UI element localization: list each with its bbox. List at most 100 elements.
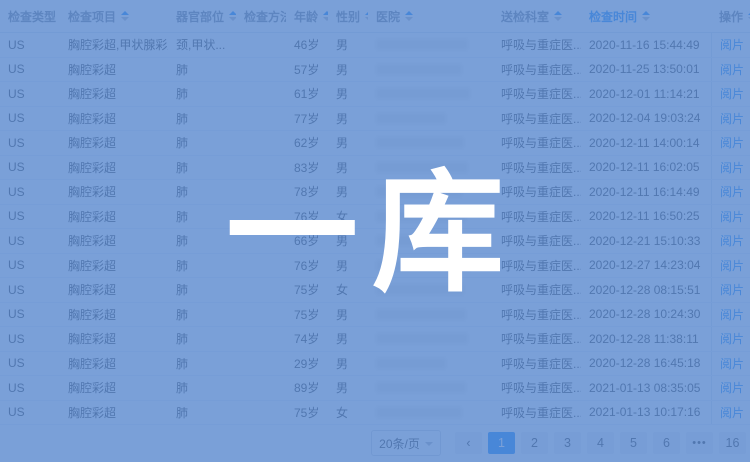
redacted-hospital-text bbox=[376, 260, 471, 271]
view-images-link[interactable]: 阅片 bbox=[720, 134, 744, 151]
sort-desc-icon bbox=[121, 17, 129, 21]
cell-method bbox=[236, 327, 286, 351]
cell-hospital bbox=[368, 107, 493, 131]
view-images-link[interactable]: 阅片 bbox=[720, 85, 744, 102]
table-row[interactable]: US 胸腔彩超 肺 74岁 男 呼吸与重症医... 2020-12-28 11:… bbox=[0, 327, 750, 352]
prev-page-button[interactable]: ‹ bbox=[455, 432, 482, 454]
cell-exam-item: 胸腔彩超 bbox=[60, 180, 168, 204]
cell-exam-item: 胸腔彩超,甲状腺彩超 bbox=[60, 33, 168, 57]
cell-method bbox=[236, 254, 286, 278]
sort-carets-icon[interactable] bbox=[229, 11, 236, 21]
page-button[interactable]: 4 bbox=[587, 432, 614, 454]
cell-organ: 肺 bbox=[168, 278, 236, 302]
cell-department: 呼吸与重症医... bbox=[493, 107, 581, 131]
cell-organ: 肺 bbox=[168, 180, 236, 204]
cell-hospital bbox=[368, 229, 493, 253]
cell-action: 阅片 bbox=[711, 58, 750, 82]
page-button[interactable]: 5 bbox=[620, 432, 647, 454]
cell-exam-type: US bbox=[0, 205, 60, 229]
table-row[interactable]: US 胸腔彩超 肺 75岁 女 呼吸与重症医... 2021-01-13 10:… bbox=[0, 401, 750, 426]
redacted-hospital-text bbox=[376, 309, 466, 320]
cell-exam-type: US bbox=[0, 107, 60, 131]
column-header: 检查项目 bbox=[60, 0, 168, 32]
cell-exam-item: 胸腔彩超 bbox=[60, 376, 168, 400]
table-row[interactable]: US 胸腔彩超,甲状腺彩超 颈,甲状... 46岁 男 呼吸与重症医... 20… bbox=[0, 33, 750, 58]
table-row[interactable]: US 胸腔彩超 肺 29岁 男 呼吸与重症医... 2020-12-28 16:… bbox=[0, 352, 750, 377]
cell-age: 29岁 bbox=[286, 352, 328, 376]
redacted-hospital-text bbox=[376, 162, 468, 173]
view-images-link[interactable]: 阅片 bbox=[720, 257, 744, 274]
cell-hospital bbox=[368, 58, 493, 82]
table-row[interactable]: US 胸腔彩超 肺 66岁 男 呼吸与重症医... 2020-12-21 15:… bbox=[0, 229, 750, 254]
cell-gender: 男 bbox=[328, 131, 368, 155]
cell-age: 78岁 bbox=[286, 180, 328, 204]
view-images-link[interactable]: 阅片 bbox=[720, 36, 744, 53]
redacted-hospital-text bbox=[376, 333, 468, 344]
view-images-link[interactable]: 阅片 bbox=[720, 208, 744, 225]
table-row[interactable]: US 胸腔彩超 肺 77岁 男 呼吸与重症医... 2020-12-04 19:… bbox=[0, 107, 750, 132]
view-images-link[interactable]: 阅片 bbox=[720, 355, 744, 372]
cell-department: 呼吸与重症医... bbox=[493, 303, 581, 327]
sort-carets-icon[interactable] bbox=[554, 11, 562, 21]
sort-desc-icon bbox=[229, 17, 236, 21]
page-button[interactable]: 16 bbox=[719, 432, 746, 454]
cell-gender: 男 bbox=[328, 107, 368, 131]
cell-exam-item: 胸腔彩超 bbox=[60, 352, 168, 376]
cell-action: 阅片 bbox=[711, 107, 750, 131]
page-button[interactable]: 6 bbox=[653, 432, 680, 454]
cell-exam-time: 2020-12-11 16:50:25 bbox=[581, 205, 711, 229]
view-images-link[interactable]: 阅片 bbox=[720, 110, 744, 127]
cell-exam-time: 2020-12-28 10:24:30 bbox=[581, 303, 711, 327]
view-images-link[interactable]: 阅片 bbox=[720, 330, 744, 347]
view-images-link[interactable]: 阅片 bbox=[720, 306, 744, 323]
cell-exam-time: 2020-12-01 11:14:21 bbox=[581, 82, 711, 106]
cell-age: 66岁 bbox=[286, 229, 328, 253]
table-row[interactable]: US 胸腔彩超 肺 78岁 男 呼吸与重症医... 2020-12-11 16:… bbox=[0, 180, 750, 205]
table-row[interactable]: US 胸腔彩超 肺 75岁 男 呼吸与重症医... 2020-12-28 10:… bbox=[0, 303, 750, 328]
cell-exam-time: 2020-12-28 16:45:18 bbox=[581, 352, 711, 376]
cell-hospital bbox=[368, 303, 493, 327]
page-button[interactable]: 1 bbox=[488, 432, 515, 454]
cell-hospital bbox=[368, 33, 493, 57]
table-row[interactable]: US 胸腔彩超 肺 76岁 女 呼吸与重症医... 2020-12-11 16:… bbox=[0, 205, 750, 230]
view-images-link[interactable]: 阅片 bbox=[720, 281, 744, 298]
sort-carets-icon[interactable] bbox=[642, 11, 650, 21]
page-size-select[interactable]: 20条/页 bbox=[371, 430, 441, 456]
column-header-label: 检查类型 bbox=[8, 8, 56, 25]
table-row[interactable]: US 胸腔彩超 肺 75岁 女 呼吸与重症医... 2020-12-28 08:… bbox=[0, 278, 750, 303]
view-images-link[interactable]: 阅片 bbox=[720, 232, 744, 249]
redacted-hospital-text bbox=[376, 211, 466, 222]
cell-action: 阅片 bbox=[711, 352, 750, 376]
column-header-label: 器官部位 bbox=[176, 8, 224, 25]
view-images-link[interactable]: 阅片 bbox=[720, 159, 744, 176]
table-row[interactable]: US 胸腔彩超 肺 62岁 男 呼吸与重症医... 2020-12-11 14:… bbox=[0, 131, 750, 156]
cell-method bbox=[236, 131, 286, 155]
table-row[interactable]: US 胸腔彩超 肺 89岁 男 呼吸与重症医... 2021-01-13 08:… bbox=[0, 376, 750, 401]
column-header-label: 年龄 bbox=[294, 8, 318, 25]
sort-carets-icon[interactable] bbox=[405, 11, 413, 21]
view-images-link[interactable]: 阅片 bbox=[720, 404, 744, 421]
cell-age: 83岁 bbox=[286, 156, 328, 180]
table-row[interactable]: US 胸腔彩超 肺 83岁 男 呼吸与重症医... 2020-12-11 16:… bbox=[0, 156, 750, 181]
view-images-link[interactable]: 阅片 bbox=[720, 379, 744, 396]
view-images-link[interactable]: 阅片 bbox=[720, 61, 744, 78]
cell-exam-type: US bbox=[0, 303, 60, 327]
cell-exam-item: 胸腔彩超 bbox=[60, 82, 168, 106]
cell-organ: 肺 bbox=[168, 352, 236, 376]
view-images-link[interactable]: 阅片 bbox=[720, 183, 744, 200]
more-pages-button[interactable]: ••• bbox=[686, 432, 713, 454]
table-row[interactable]: US 胸腔彩超 肺 57岁 男 呼吸与重症医... 2020-11-25 13:… bbox=[0, 58, 750, 83]
table-row[interactable]: US 胸腔彩超 肺 76岁 男 呼吸与重症医... 2020-12-27 14:… bbox=[0, 254, 750, 279]
sort-asc-icon bbox=[229, 11, 236, 15]
page-button[interactable]: 3 bbox=[554, 432, 581, 454]
column-header[interactable]: 检查时间 bbox=[581, 0, 711, 32]
sort-carets-icon[interactable] bbox=[121, 11, 129, 21]
cell-exam-item: 胸腔彩超 bbox=[60, 58, 168, 82]
table-row[interactable]: US 胸腔彩超 肺 61岁 男 呼吸与重症医... 2020-12-01 11:… bbox=[0, 82, 750, 107]
cell-gender: 女 bbox=[328, 205, 368, 229]
cell-department: 呼吸与重症医... bbox=[493, 82, 581, 106]
cell-department: 呼吸与重症医... bbox=[493, 376, 581, 400]
cell-exam-item: 胸腔彩超 bbox=[60, 229, 168, 253]
column-header-label: 医院 bbox=[376, 8, 400, 25]
page-button[interactable]: 2 bbox=[521, 432, 548, 454]
